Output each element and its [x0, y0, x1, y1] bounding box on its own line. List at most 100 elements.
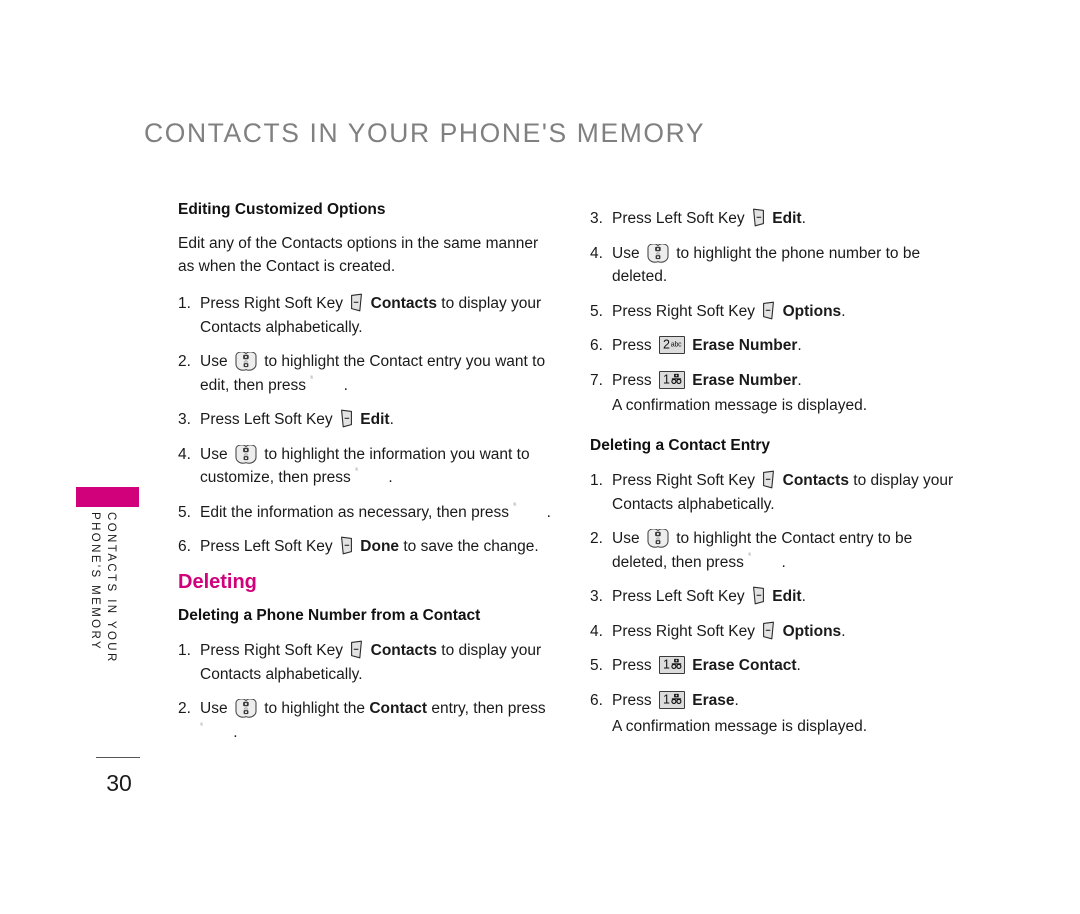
- step-item: 1. Press Right Soft Key Contacts to displ…: [590, 469, 970, 516]
- right-soft-key-icon: [761, 301, 776, 320]
- navigation-key-icon: [234, 351, 258, 371]
- step-item: 2. Use to highlight the Contact entry, th…: [178, 697, 558, 744]
- step-number: 1.: [178, 295, 191, 312]
- step-number: 5.: [590, 302, 603, 320]
- step-emphasis: Done: [360, 538, 400, 556]
- voicemail-glyph-icon: [671, 654, 682, 678]
- navigation-key-icon: [234, 444, 258, 464]
- ok-key-icon: OK: [357, 463, 372, 474]
- delete-contact-steps-list: 1. Press Right Soft Key Contacts to displ…: [590, 469, 970, 738]
- left-column: Editing Customized Options Edit any of t…: [178, 200, 558, 755]
- number-key-2-digit: 2: [662, 337, 670, 352]
- step-item: 1. Press Right Soft Key Contacts to displ…: [178, 639, 558, 686]
- step-item: 2. Use to highlight the Contact entry you…: [178, 350, 558, 397]
- page-number: 30: [106, 770, 132, 796]
- step-note: A confirmation message is displayed.: [612, 717, 868, 735]
- page-number-rule: [96, 757, 140, 758]
- step-item: 7. Press 1 Erase Number. A confirmation m…: [590, 369, 970, 418]
- step-item: 5. Edit the information as necessary, the…: [178, 498, 558, 525]
- step-emphasis: Erase Number: [692, 371, 798, 389]
- navigation-key-icon: [646, 242, 670, 263]
- step-number: 3.: [178, 411, 191, 429]
- step-number: 2.: [178, 700, 191, 718]
- number-key-1-digit: 1: [662, 692, 670, 707]
- step-item: 6. Press Left Soft Key Done to save the c…: [178, 535, 558, 559]
- step-number: 4.: [590, 622, 603, 640]
- step-item: 3. Press Left Soft Key Edit.: [590, 207, 970, 231]
- number-key-1-digit: 1: [662, 657, 670, 672]
- section-tab-line-2: PHONE'S MEMORY: [89, 512, 101, 652]
- step-number: 3.: [590, 210, 603, 227]
- left-soft-key-icon: [339, 409, 354, 428]
- navigation-key-icon: [646, 528, 670, 548]
- ok-key-icon: OK: [202, 718, 217, 729]
- right-soft-key-icon: [761, 470, 776, 489]
- number-key-1-icon: 1: [658, 656, 685, 675]
- right-soft-key-icon: [349, 640, 364, 659]
- step-emphasis: Contacts: [370, 642, 437, 660]
- section-tab-line-1: CONTACTS IN YOUR: [105, 512, 117, 664]
- ok-key-icon: OK: [750, 548, 765, 559]
- ok-key-icon: OK: [312, 371, 327, 382]
- step-item: 3. Press Left Soft Key Edit.: [178, 408, 558, 432]
- heading-editing-customized-options: Editing Customized Options: [178, 201, 386, 218]
- step-note: A confirmation message is displayed.: [612, 397, 868, 415]
- step-emphasis: Contact: [369, 700, 428, 718]
- step-number: 2.: [590, 530, 603, 548]
- step-number: 5.: [178, 503, 191, 521]
- step-emphasis: Contacts: [370, 295, 437, 312]
- step-number: 1.: [590, 472, 603, 490]
- step-number: 3.: [590, 588, 603, 606]
- step-emphasis: Edit: [772, 210, 802, 227]
- delete-number-steps-continued-list: 3. Press Left Soft Key Edit. 4. Use to hig…: [590, 207, 970, 418]
- step-emphasis: Edit: [360, 411, 390, 429]
- number-key-1-icon: 1: [658, 688, 685, 712]
- step-emphasis: Contacts: [782, 472, 849, 490]
- step-emphasis: Options: [782, 302, 842, 320]
- right-soft-key-icon: [761, 621, 776, 640]
- editing-intro-paragraph: Edit any of the Contacts options in the …: [178, 235, 539, 275]
- step-emphasis: Options: [782, 622, 842, 640]
- step-item: 3. Press Left Soft Key Edit.: [590, 585, 970, 609]
- step-number: 6.: [178, 538, 191, 556]
- section-tab-marker: [76, 487, 139, 507]
- page-title: CONTACTS IN YOUR PHONE'S MEMORY: [144, 118, 706, 148]
- step-emphasis: Erase: [692, 692, 735, 710]
- heading-deleting-phone-number: Deleting a Phone Number from a Contact: [178, 606, 481, 624]
- step-number: 7.: [590, 371, 603, 389]
- step-number: 4.: [178, 445, 191, 463]
- left-soft-key-icon: [751, 208, 766, 227]
- step-item: 4. Press Right Soft Key Options.: [590, 620, 970, 644]
- step-number: 5.: [590, 657, 603, 675]
- step-emphasis: Erase Number: [692, 337, 798, 355]
- ok-key-icon: OK: [515, 498, 530, 509]
- section-tab-label: CONTACTS IN YOUR PHONE'S MEMORY: [76, 512, 139, 717]
- step-emphasis: Erase Contact: [692, 657, 797, 675]
- navigation-key-icon: [234, 698, 258, 719]
- number-key-2-letters: abc: [670, 341, 682, 349]
- step-item: 6. Press 2 abc Erase Number.: [590, 334, 970, 358]
- step-item: 2. Use to highlight the Contact entry to …: [590, 527, 970, 574]
- left-soft-key-icon: [751, 586, 766, 605]
- voicemail-glyph-icon: [671, 368, 682, 392]
- step-item: 5. Press Right Soft Key Options.: [590, 300, 970, 324]
- voicemail-glyph-icon: [671, 688, 682, 712]
- heading-deleting-contact-entry: Deleting a Contact Entry: [590, 436, 770, 454]
- step-number: 2.: [178, 353, 191, 371]
- number-key-2-icon: 2 abc: [658, 336, 685, 355]
- right-soft-key-icon: [349, 293, 364, 312]
- step-number: 4.: [590, 244, 603, 262]
- step-number: 1.: [178, 642, 191, 660]
- step-item: 5. Press 1 Erase Contact.: [590, 654, 970, 678]
- number-key-1-icon: 1: [658, 368, 685, 392]
- step-item: 6. Press 1 Erase. A confirmation message …: [590, 689, 970, 738]
- left-soft-key-icon: [339, 536, 354, 555]
- step-emphasis: Edit: [772, 588, 802, 606]
- step-item: 4. Use to highlight the information you w…: [178, 443, 558, 490]
- editing-steps-list: 1. Press Right Soft Key Contacts to displ…: [178, 292, 558, 559]
- heading-deleting: Deleting: [178, 570, 257, 593]
- step-number: 6.: [590, 692, 603, 710]
- right-column: 3. Press Left Soft Key Edit. 4. Use to hig…: [590, 207, 970, 749]
- step-number: 6.: [590, 337, 603, 355]
- step-item: 1. Press Right Soft Key Contacts to displ…: [178, 292, 558, 339]
